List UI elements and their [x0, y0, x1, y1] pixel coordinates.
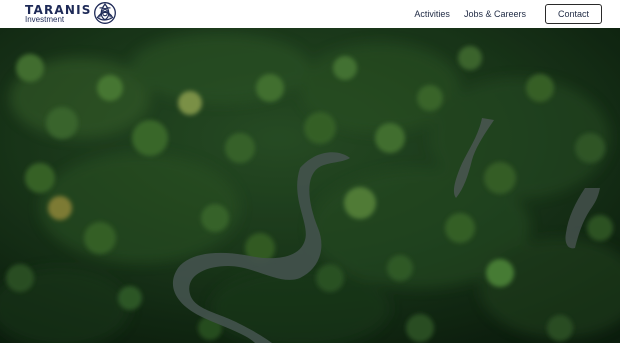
contact-button[interactable]: Contact [544, 4, 602, 24]
nav-link-jobs-careers[interactable]: Jobs & Careers [464, 9, 526, 19]
main-nav: Activities Jobs & Careers Contact [414, 0, 602, 28]
site-header: TARANIS Investment Activities Jobs & Car… [0, 0, 620, 28]
rainforest-aerial-illustration [0, 28, 620, 343]
brand-subtitle: Investment [25, 15, 65, 24]
triquetra-emblem-icon [94, 2, 116, 24]
nav-link-activities[interactable]: Activities [414, 9, 450, 19]
hero-image-rainforest [0, 28, 620, 343]
